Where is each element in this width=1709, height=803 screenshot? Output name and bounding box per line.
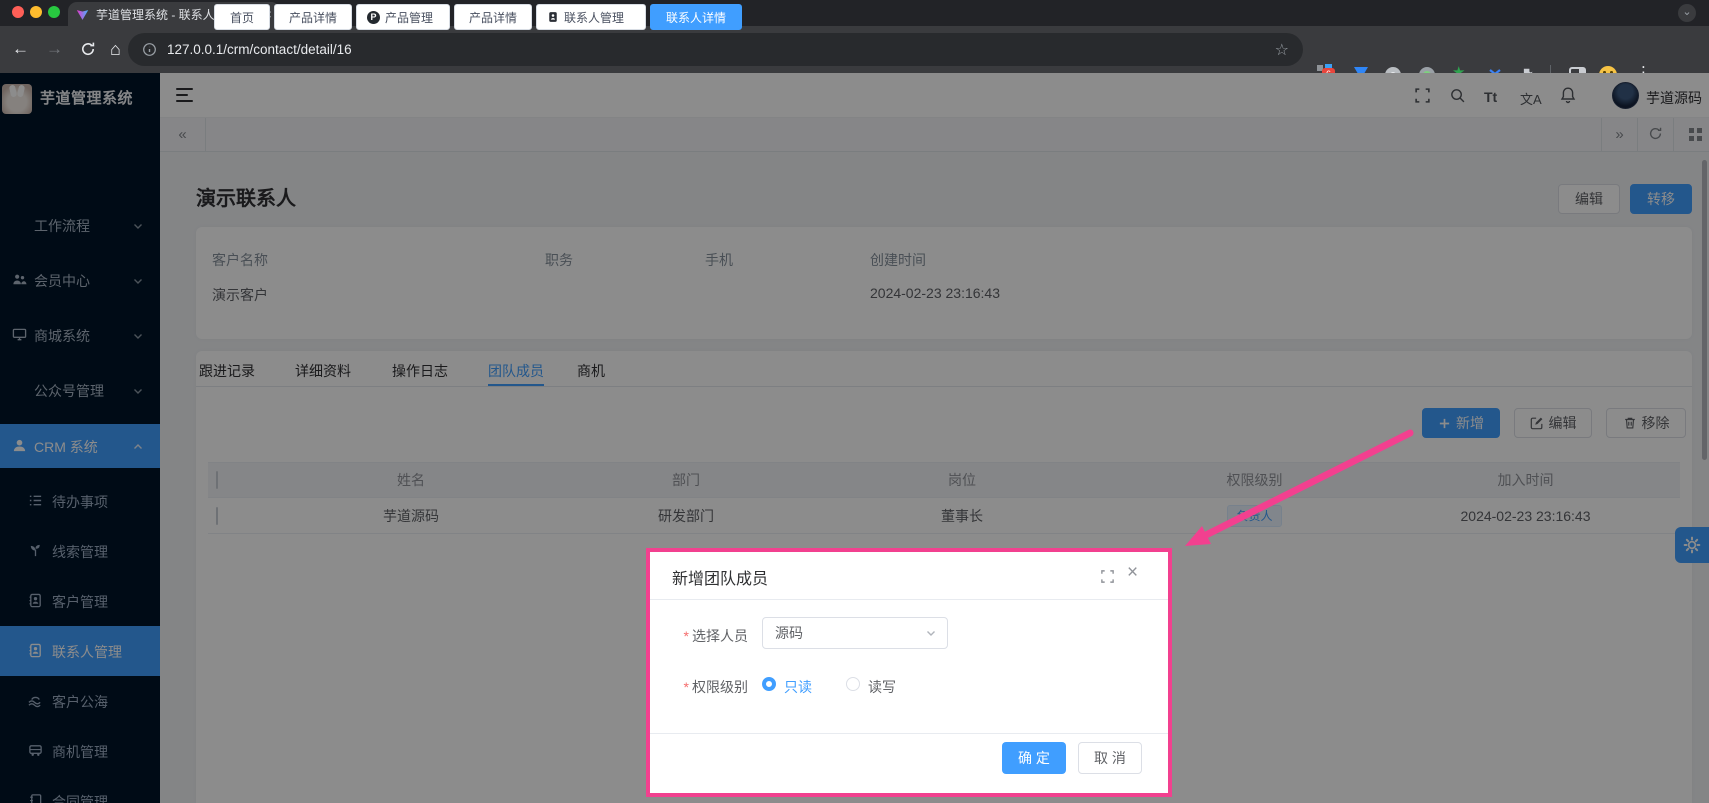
- dialog-header-divider: [650, 599, 1168, 600]
- reload-icon: [80, 41, 96, 57]
- tag-home[interactable]: 首页: [214, 4, 270, 30]
- dialog-footer-divider: [650, 733, 1168, 734]
- tag-product-detail-2[interactable]: 产品详情: [454, 4, 532, 30]
- url-text: 127.0.0.1/crm/contact/detail/16: [167, 42, 1265, 57]
- radio-readonly[interactable]: [762, 677, 776, 691]
- traffic-zoom-button[interactable]: [48, 6, 60, 18]
- screen: 芋道管理系统 - 联系人详情 × + ⌄ ← → ⌂ 127.0.0.1/crm…: [0, 0, 1709, 803]
- person-field-label: *选择人员: [650, 626, 748, 646]
- add-team-member-dialog: 新增团队成员 × *选择人员 源码 *权限级别 只读 读写 确 定 取 消: [650, 552, 1168, 793]
- product-favicon: P: [367, 11, 380, 24]
- level-field-label: *权限级别: [650, 677, 748, 697]
- home-button[interactable]: ⌂: [110, 39, 121, 59]
- forward-button[interactable]: →: [46, 39, 63, 59]
- dialog-title: 新增团队成员: [672, 565, 768, 589]
- address-bar[interactable]: 127.0.0.1/crm/contact/detail/16 ☆: [128, 33, 1303, 66]
- contact-book-icon: [547, 11, 559, 23]
- person-select-value: 源码: [775, 623, 925, 643]
- radio-readwrite[interactable]: [846, 677, 860, 691]
- vite-favicon: [76, 8, 89, 21]
- cancel-button[interactable]: 取 消: [1078, 742, 1142, 774]
- dialog-fullscreen-icon[interactable]: [1100, 569, 1115, 589]
- annotation-highlight-box: 新增团队成员 × *选择人员 源码 *权限级别 只读 读写 确 定 取 消: [646, 548, 1172, 797]
- back-button[interactable]: ←: [12, 39, 29, 59]
- radio-readonly-label[interactable]: 只读: [784, 677, 812, 697]
- browser-toolbar: ← → ⌂ 127.0.0.1/crm/contact/detail/16 ☆ …: [0, 26, 1709, 73]
- bookmark-star-icon[interactable]: ☆: [1275, 40, 1289, 60]
- tag-product-manage[interactable]: P 产品管理: [356, 4, 450, 30]
- site-info-icon[interactable]: [142, 42, 157, 57]
- tag-product-detail-1[interactable]: 产品详情: [274, 4, 352, 30]
- confirm-button[interactable]: 确 定: [1002, 742, 1066, 774]
- tag-contact-detail[interactable]: 联系人详情: [650, 4, 742, 30]
- chevron-down-icon: [925, 627, 937, 639]
- tag-contact-manage[interactable]: 联系人管理: [536, 4, 646, 30]
- tab-search-chevron-icon[interactable]: ⌄: [1678, 4, 1696, 22]
- reload-button[interactable]: [80, 41, 96, 62]
- traffic-close-button[interactable]: [12, 6, 24, 18]
- radio-readwrite-label[interactable]: 读写: [868, 677, 896, 697]
- person-select[interactable]: 源码: [762, 617, 948, 649]
- dialog-close-icon[interactable]: ×: [1127, 562, 1138, 584]
- traffic-minimize-button[interactable]: [30, 6, 42, 18]
